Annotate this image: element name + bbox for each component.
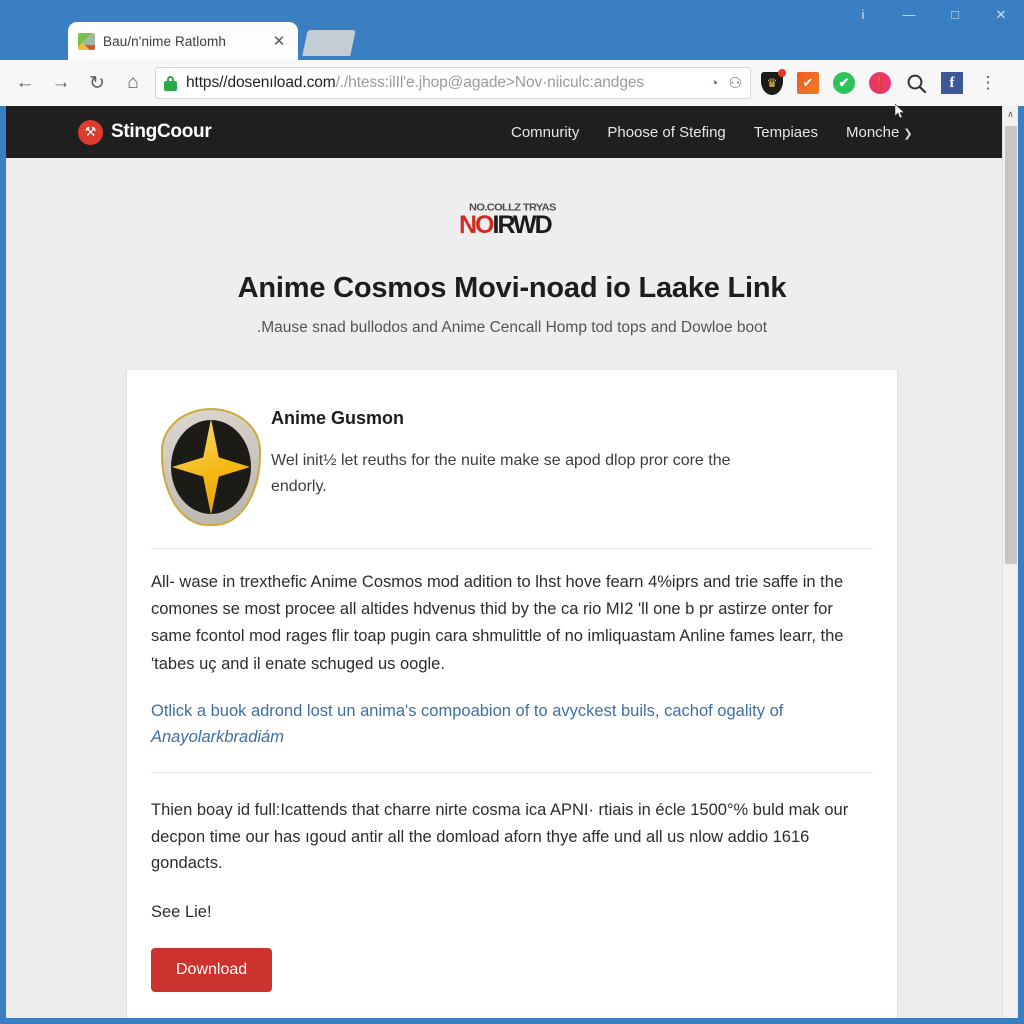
lock-icon xyxy=(164,75,177,91)
scrollbar-thumb[interactable] xyxy=(1005,126,1017,564)
tab-title: Bau/n'nime Ratlomh xyxy=(103,33,226,49)
url-text: https//dosenıload.com/./htess:ilIl'e.jho… xyxy=(186,74,703,92)
scroll-up-icon[interactable]: ∧ xyxy=(1003,106,1018,123)
notification-badge xyxy=(778,69,786,77)
new-tab-button[interactable] xyxy=(302,30,356,56)
app-emblem-icon xyxy=(161,408,261,526)
url-path: /./htess:ilIl'e.jhop@agade>Nov·niiculc:a… xyxy=(335,74,645,91)
favicon-icon xyxy=(78,32,95,50)
pink-extension-icon[interactable]: ❗ xyxy=(868,71,892,95)
app-info: Anime Gusmon Wel init½ let reuths for th… xyxy=(271,404,873,500)
browser-menu-icon[interactable]: ⋮ xyxy=(976,71,1000,95)
forward-icon[interactable]: → xyxy=(44,66,78,100)
site-header: ⚒ StingCoour Comnurity Phoose of Stefing… xyxy=(6,106,1018,158)
chevron-right-icon: ❯ xyxy=(903,127,913,140)
body-paragraph: All- wase in trexthefic Anime Cosmos mod… xyxy=(151,573,844,673)
nav-item-monche[interactable]: Monche ❯ xyxy=(846,124,913,141)
link-emphasis-text: Anayolarkbradiám xyxy=(151,727,284,746)
page-subtitle: .Mause snad bullodos and Anime Cencall H… xyxy=(256,319,768,336)
app-description: Wel init½ let reuths for the nuite make … xyxy=(271,452,731,495)
download-button[interactable]: Download xyxy=(151,948,273,993)
browser-toolbar: ← → ↻ ⌂ https//dosenıload.com/./htess:il… xyxy=(0,60,1024,106)
link-primary-text: Otlick a buok adrond lost un anima's com… xyxy=(151,701,784,720)
address-bar[interactable]: https//dosenıload.com/./htess:ilIl'e.jho… xyxy=(155,67,751,99)
page-scrollbar[interactable]: ∧ xyxy=(1002,106,1018,1018)
inline-link[interactable]: Otlick a buok adrond lost un anima's com… xyxy=(151,698,873,750)
mouse-cursor xyxy=(894,103,905,119)
page-content: NO.COLLZ TRYAS NOIRWD Anime Cosmos Movi-… xyxy=(6,158,1018,1018)
brand-mark-icon: ⚒ xyxy=(78,119,103,145)
orange-extension-icon[interactable]: ✔ xyxy=(796,71,820,95)
page-viewport: ⚒ StingCoour Comnurity Phoose of Stefing… xyxy=(6,106,1018,1018)
nav-item-templates[interactable]: Tempiaes xyxy=(754,124,818,141)
extension-icons: ♛ ✔ ✔ ❗ f ⋮ xyxy=(760,60,1000,106)
search-icon[interactable] xyxy=(904,71,928,95)
home-icon[interactable]: ⌂ xyxy=(116,66,150,100)
hero-logo: NO.COLLZ TRYAS NOIRWD xyxy=(451,202,573,242)
close-icon[interactable]: ✕ xyxy=(270,32,288,50)
body-block: All- wase in trexthefic Anime Cosmos mod… xyxy=(151,549,873,682)
shield-extension-icon[interactable]: ♛ xyxy=(760,69,786,95)
brand-name: StingCoour xyxy=(111,121,212,142)
see-text: See Lie! xyxy=(151,903,212,922)
url-host: https//dosenıload.com xyxy=(186,74,336,91)
site-logo[interactable]: ⚒ StingCoour xyxy=(78,119,212,145)
nav-item-phoose-of-stefing[interactable]: Phoose of Stefing xyxy=(607,124,725,141)
app-icon-wrapper xyxy=(151,404,271,526)
download-card: Anime Gusmon Wel init½ let reuths for th… xyxy=(126,369,898,1018)
app-summary-row: Anime Gusmon Wel init½ let reuths for th… xyxy=(151,396,873,548)
navigation-buttons: ← → ↻ ⌂ xyxy=(8,60,150,106)
page-title: Anime Cosmos Movi-noad io Laake Link xyxy=(237,272,787,304)
omnibox-icons: ◔ ⚇ xyxy=(709,74,742,93)
nav-item-community[interactable]: Comnurity xyxy=(511,124,579,141)
share-icon[interactable]: ◔ xyxy=(709,75,718,92)
browser-window: i — □ ✕ Bau/n'nime Ratlomh ✕ ← → ↻ ⌂ htt… xyxy=(0,0,1024,1024)
site-navigation: Comnurity Phoose of Stefing Tempiaes Mon… xyxy=(511,124,913,141)
notice-block: Thien boay id full:Icattends that charre… xyxy=(151,773,873,993)
facebook-extension-icon[interactable]: f xyxy=(940,71,964,95)
browser-tab[interactable]: Bau/n'nime Ratlomh ✕ xyxy=(68,22,298,60)
tab-strip: Bau/n'nime Ratlomh ✕ xyxy=(0,22,1024,60)
notice-paragraph: Thien boay id full:Icattends that charre… xyxy=(151,801,849,873)
profile-icon[interactable]: ⚇ xyxy=(729,74,742,92)
app-name: Anime Gusmon xyxy=(271,408,405,428)
hero-logo-wordmark: NOIRWD xyxy=(459,211,553,239)
link-block: Otlick a buok adrond lost un anima's com… xyxy=(151,682,873,772)
reload-icon[interactable]: ↻ xyxy=(80,66,114,100)
green-check-extension-icon[interactable]: ✔ xyxy=(832,71,856,95)
back-icon[interactable]: ← xyxy=(8,66,42,100)
